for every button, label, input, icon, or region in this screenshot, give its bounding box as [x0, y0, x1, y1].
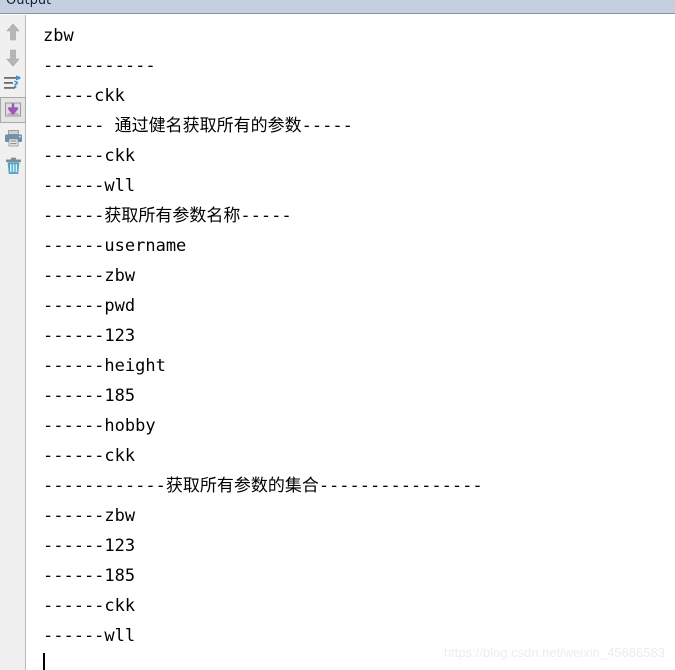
output-text-area[interactable]: zbw ----------- -----ckk ------ 通过健名获取所有的参数… — [27, 15, 675, 670]
output-line: ------185 — [43, 566, 136, 586]
output-line: ----------- — [43, 56, 156, 76]
output-tabstrip: Output — [0, 0, 675, 14]
text-caret — [43, 653, 45, 670]
arrow-up-icon — [5, 23, 21, 41]
output-line: ------zbw — [43, 266, 136, 286]
watermark: https://blog.csdn.net/weixin_45686583 — [443, 645, 665, 660]
output-line: ------123 — [43, 326, 136, 346]
tab-output[interactable]: Output — [6, 0, 51, 8]
clear-output-button[interactable] — [0, 153, 26, 179]
output-line: ------获取所有参数名称----- — [43, 206, 292, 226]
output-line: ------185 — [43, 386, 136, 406]
output-line: ------ckk — [43, 146, 136, 166]
output-line: zbw — [43, 26, 74, 46]
scroll-to-end-button[interactable] — [0, 97, 26, 123]
output-line: ------height — [43, 356, 166, 376]
output-line: ------pwd — [43, 296, 136, 316]
output-line: ------wll — [43, 626, 136, 646]
output-line: ------------获取所有参数的集合---------------- — [43, 476, 483, 496]
output-line: ------zbw — [43, 506, 136, 526]
scroll-up-button[interactable] — [0, 19, 26, 45]
output-toolbar — [0, 15, 26, 670]
wrap-text-icon — [3, 75, 23, 93]
wrap-text-button[interactable] — [0, 71, 26, 97]
output-line-list: zbw ----------- -----ckk ------ 通过健名获取所有的参数… — [43, 21, 483, 651]
scroll-down-button[interactable] — [0, 45, 26, 71]
output-panel: Output zbw ----------- -----ckk ------ 通… — [0, 0, 675, 670]
output-line: ------ckk — [43, 446, 136, 466]
scroll-to-end-icon — [4, 101, 22, 119]
output-line: ------hobby — [43, 416, 156, 436]
trash-icon — [5, 157, 22, 175]
output-line: ------username — [43, 236, 187, 256]
print-output-button[interactable] — [0, 125, 26, 151]
output-line: ------wll — [43, 176, 136, 196]
output-line: -----ckk — [43, 86, 125, 106]
output-line: ------123 — [43, 536, 136, 556]
arrow-down-icon — [5, 49, 21, 67]
output-line: ------ 通过健名获取所有的参数----- — [43, 116, 353, 136]
printer-icon — [4, 129, 23, 147]
output-line: ------ckk — [43, 596, 136, 616]
